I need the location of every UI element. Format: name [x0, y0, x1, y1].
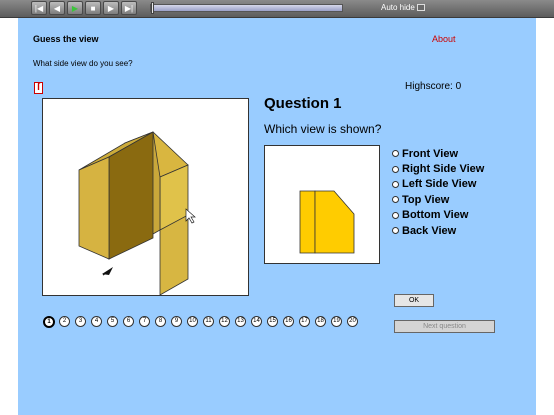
view-options: Front View Right Side View Left Side Vie…: [392, 146, 484, 238]
play-icon[interactable]: ▶: [67, 1, 83, 15]
option-bottom-view[interactable]: Bottom View: [392, 208, 484, 223]
radio-button[interactable]: [392, 180, 399, 188]
option-top-view[interactable]: Top View: [392, 192, 484, 207]
question-navigator: 1 2 3 4 5 6 7 8 9 10 11 12 13 14 15 16 17 18 19 20: [43, 316, 363, 328]
question-number-18[interactable]: 18: [315, 316, 326, 327]
ok-button[interactable]: OK: [394, 294, 434, 307]
question-number-16[interactable]: 16: [283, 316, 294, 327]
app-title: Guess the view: [33, 34, 99, 44]
option-front-view[interactable]: Front View: [392, 146, 484, 161]
radio-button[interactable]: [392, 227, 399, 235]
radio-button[interactable]: [392, 196, 399, 204]
isometric-view-panel: [42, 98, 249, 296]
isometric-part-image: [78, 131, 196, 296]
question-number-19[interactable]: 19: [331, 316, 342, 327]
question-number-4[interactable]: 4: [91, 316, 102, 327]
question-number-11[interactable]: 11: [203, 316, 214, 327]
question-number-20[interactable]: 20: [347, 316, 358, 327]
skip-forward-icon[interactable]: ▶|: [121, 1, 137, 15]
question-number-8[interactable]: 8: [155, 316, 166, 327]
quiz-app: Guess the view About What side view do y…: [18, 18, 536, 415]
radio-button[interactable]: [392, 211, 399, 219]
autohide-label: Auto hide: [381, 3, 415, 12]
question-number-10[interactable]: 10: [187, 316, 198, 327]
seek-handle[interactable]: [151, 2, 154, 14]
question-number-6[interactable]: 6: [123, 316, 134, 327]
question-number-14[interactable]: 14: [251, 316, 262, 327]
projected-view-image: [299, 190, 355, 254]
question-title: Question 1: [264, 95, 342, 112]
question-number-17[interactable]: 17: [299, 316, 310, 327]
question-number-2[interactable]: 2: [59, 316, 70, 327]
question-number-5[interactable]: 5: [107, 316, 118, 327]
rewind-icon[interactable]: ◀: [49, 1, 65, 15]
prompt-text: What side view do you see?: [33, 59, 133, 68]
projected-view-panel: [264, 145, 380, 264]
about-link[interactable]: About: [432, 34, 456, 44]
option-right-side-view[interactable]: Right Side View: [392, 161, 484, 176]
question-number-3[interactable]: 3: [75, 316, 86, 327]
question-number-1[interactable]: 1: [43, 316, 55, 328]
next-question-button[interactable]: Next question: [394, 320, 495, 333]
forward-icon[interactable]: ▶: [103, 1, 119, 15]
option-left-side-view[interactable]: Left Side View: [392, 177, 484, 192]
option-back-view[interactable]: Back View: [392, 223, 484, 238]
question-number-15[interactable]: 15: [267, 316, 278, 327]
radio-button[interactable]: [392, 150, 399, 158]
question-number-13[interactable]: 13: [235, 316, 246, 327]
player-toolbar: |◀ ◀ ▶ ■ ▶ ▶| Auto hide: [0, 0, 554, 18]
question-number-7[interactable]: 7: [139, 316, 150, 327]
question-number-12[interactable]: 12: [219, 316, 230, 327]
skip-back-icon[interactable]: |◀: [31, 1, 47, 15]
radio-button[interactable]: [392, 165, 399, 173]
seek-bar[interactable]: [150, 4, 343, 12]
autohide-checkbox[interactable]: [417, 4, 425, 11]
question-text: Which view is shown?: [264, 122, 382, 136]
logo-icon: ſ: [34, 82, 43, 94]
question-number-9[interactable]: 9: [171, 316, 182, 327]
stop-icon[interactable]: ■: [85, 1, 101, 15]
highscore: Highscore: 0: [405, 81, 462, 92]
